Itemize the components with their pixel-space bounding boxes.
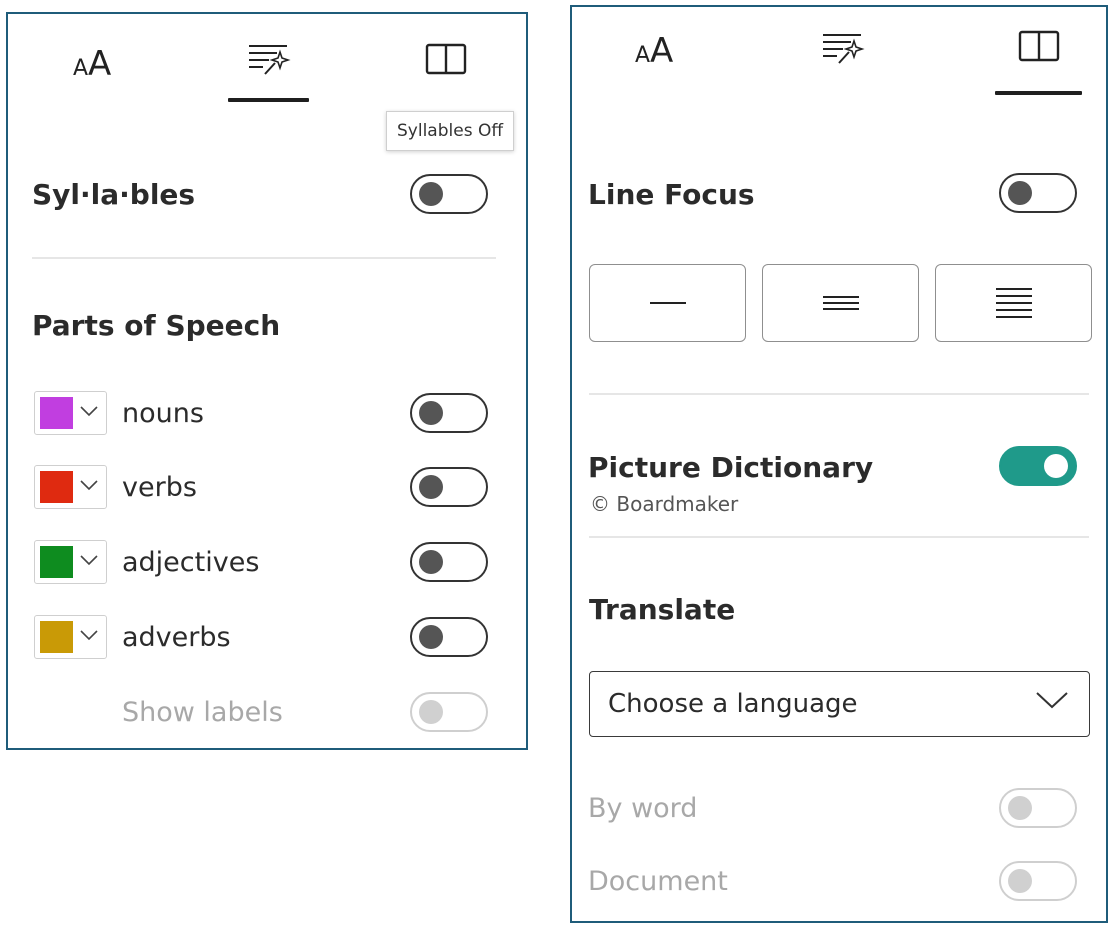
line-focus-label: Line Focus [588,178,755,211]
toggle-knob [1044,454,1068,478]
divider [589,536,1089,538]
by-word-toggle [999,788,1077,828]
show-labels-label: Show labels [122,697,283,728]
adverbs-label: adverbs [122,622,231,653]
svg-text:A: A [88,44,111,79]
tab-reading-preferences[interactable] [994,11,1084,81]
verbs-color-picker[interactable] [34,465,107,509]
line-focus-one-line-button[interactable] [589,264,746,342]
chevron-down-icon [80,630,98,641]
syllables-label: Syl·la·bles [32,178,196,211]
tab-text-options[interactable]: A A [48,26,138,96]
toggle-knob [419,401,443,425]
verbs-label: verbs [122,472,197,503]
adverbs-toggle[interactable] [410,617,488,657]
chevron-down-icon [1036,692,1068,709]
verbs-color-swatch [40,471,73,503]
five-lines-icon [995,288,1032,318]
chevron-down-icon [80,406,98,417]
toggle-knob [1008,869,1032,893]
tab-text-options[interactable]: A A [610,13,700,83]
parts-of-speech-heading: Parts of Speech [32,309,281,342]
toggle-knob [1008,796,1032,820]
picture-dictionary-label: Picture Dictionary [588,451,874,484]
nouns-color-picker[interactable] [34,391,107,435]
chevron-down-icon [80,480,98,491]
language-select[interactable]: Choose a language [589,671,1090,737]
verbs-toggle[interactable] [410,467,488,507]
line-focus-three-lines-button[interactable] [762,264,919,342]
nouns-label: nouns [122,398,204,429]
grammar-tools-panel: A A Syllables Off Syl·la·bles Parts of S… [6,12,528,750]
nouns-color-swatch [40,397,73,429]
toggle-knob [419,625,443,649]
boardmaker-credit: © Boardmaker [590,492,739,516]
language-select-placeholder: Choose a language [608,689,858,719]
divider [589,393,1089,395]
toggle-knob [419,550,443,574]
document-toggle [999,861,1077,901]
tab-reading-preferences[interactable] [401,24,491,94]
three-lines-icon [822,296,859,310]
svg-text:A: A [650,31,673,66]
toggle-knob [419,475,443,499]
nouns-toggle[interactable] [410,393,488,433]
selected-tab-indicator [228,98,309,102]
tab-grammar-tools[interactable] [224,24,314,94]
grammar-sparkle-icon [249,45,291,75]
translate-heading: Translate [589,593,736,626]
svg-text:A: A [635,43,650,66]
book-icon [425,43,467,75]
tab-grammar-tools[interactable] [798,13,888,83]
one-line-icon [649,302,686,304]
adjectives-color-picker[interactable] [34,540,107,584]
document-label: Document [588,866,728,897]
toggle-knob [419,700,443,724]
chevron-down-icon [80,555,98,566]
adjectives-toggle[interactable] [410,542,488,582]
book-icon [1018,30,1060,62]
picture-dictionary-toggle[interactable] [999,446,1077,486]
show-labels-toggle [410,692,488,732]
divider [32,257,496,259]
text-size-icon: A A [635,31,673,66]
by-word-label: By word [588,793,698,824]
adverbs-color-swatch [40,621,73,653]
toggle-knob [419,182,443,206]
text-size-icon: A A [73,44,111,79]
adjectives-label: adjectives [122,547,260,578]
reading-preferences-panel: A A Line Focus Picture Dictionary © Boar… [570,5,1108,923]
syllables-tooltip: Syllables Off [386,111,515,151]
line-focus-toggle[interactable] [999,173,1077,213]
svg-text:A: A [73,56,88,79]
selected-tab-indicator [995,91,1082,95]
adjectives-color-swatch [40,546,73,578]
toggle-knob [1008,181,1032,205]
syllables-toggle[interactable] [410,174,488,214]
line-focus-five-lines-button[interactable] [935,264,1092,342]
adverbs-color-picker[interactable] [34,615,107,659]
grammar-sparkle-icon [823,34,865,64]
